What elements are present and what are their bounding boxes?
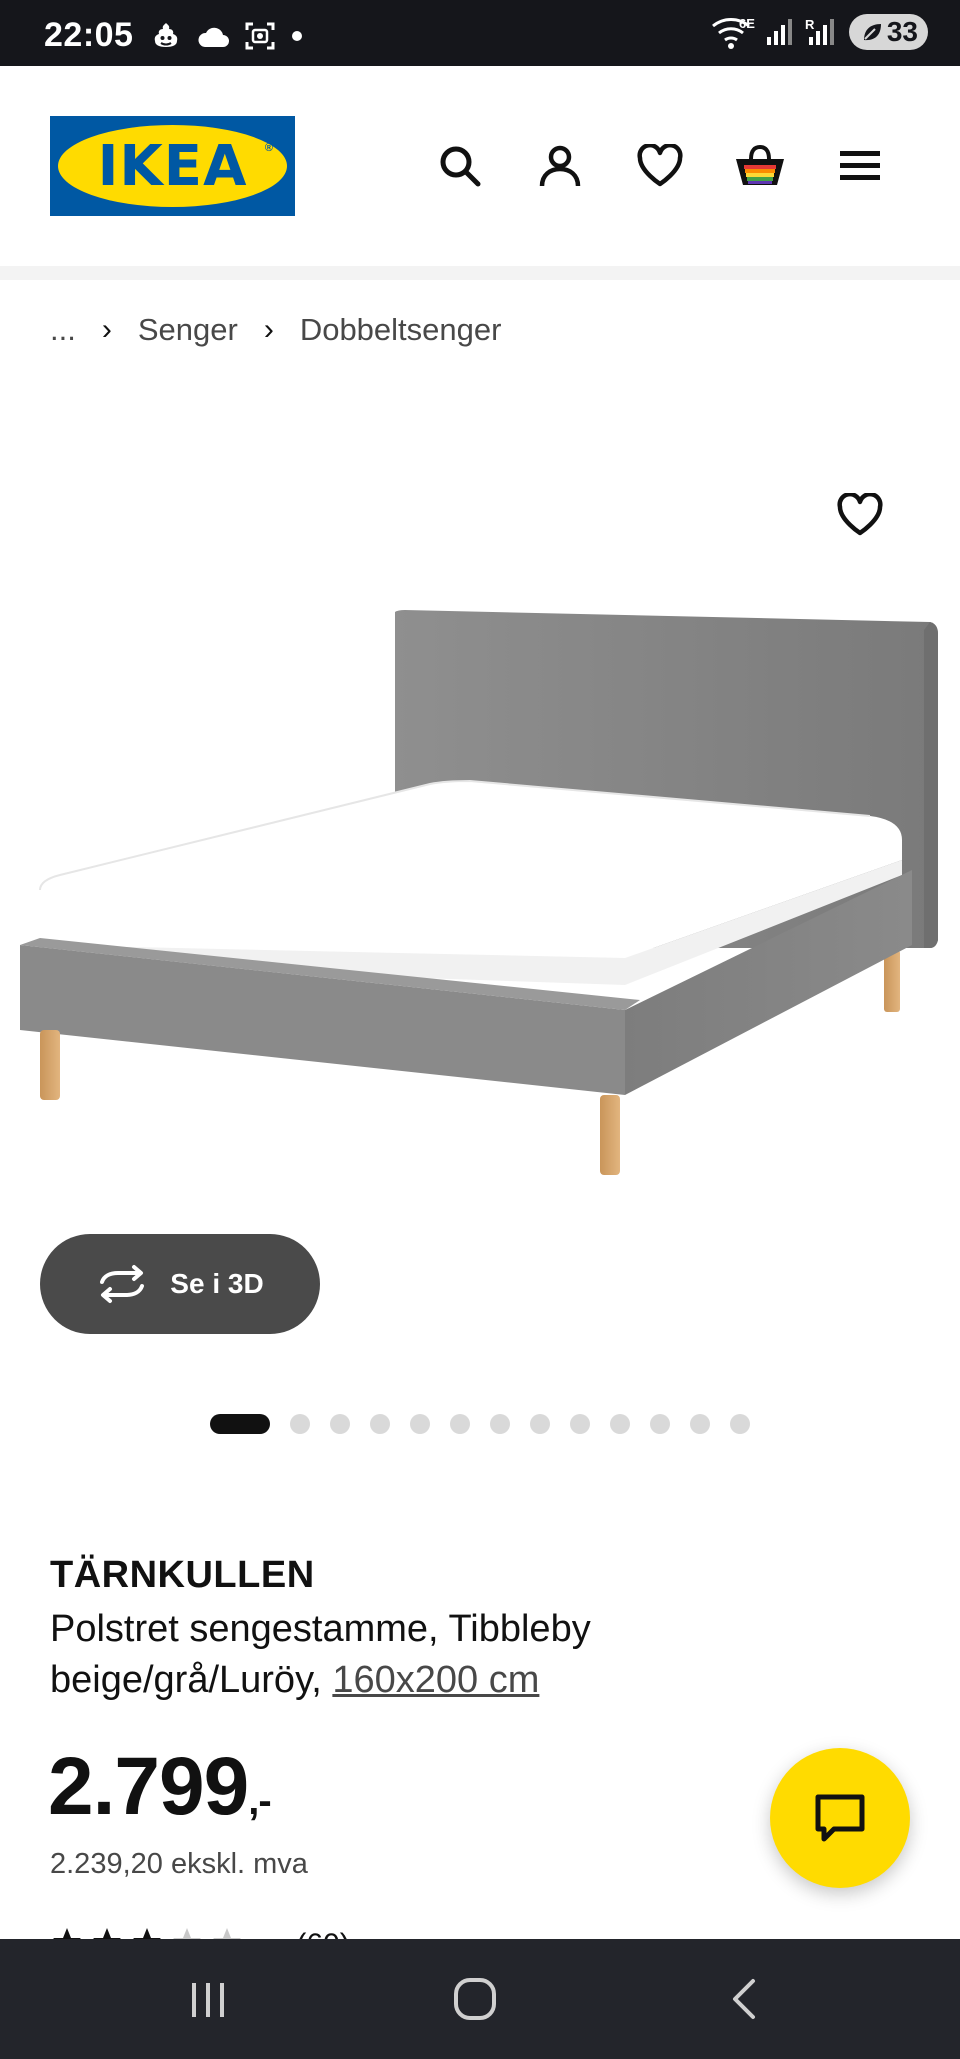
- battery-indicator: 33: [848, 14, 928, 50]
- screenshot-icon: [245, 22, 275, 50]
- dot-icon: [292, 31, 302, 41]
- breadcrumb: ... › Senger › Dobbeltsenger: [50, 312, 501, 348]
- cloud-icon: [198, 27, 229, 47]
- signal-icon: [766, 19, 792, 45]
- logo-text: IKEA: [97, 134, 248, 199]
- home-button[interactable]: [445, 1969, 505, 2029]
- gallery-dot[interactable]: [570, 1414, 590, 1434]
- back-button[interactable]: [714, 1969, 774, 2029]
- bed-leg: [600, 1095, 620, 1175]
- basket-button[interactable]: [730, 136, 790, 196]
- chat-icon: [815, 1794, 865, 1842]
- gallery-dot[interactable]: [290, 1414, 310, 1434]
- product-description: Polstret sengestamme, Tibbleby beige/grå…: [50, 1604, 730, 1706]
- signal-roaming-icon: R: [805, 17, 834, 45]
- battery-level: 33: [886, 16, 918, 47]
- rotate-3d-icon: [100, 1265, 145, 1303]
- gallery-dot[interactable]: [610, 1414, 630, 1434]
- gallery-dot[interactable]: [690, 1414, 710, 1434]
- breadcrumb-separator: ›: [101, 313, 112, 346]
- gallery-dot[interactable]: [490, 1414, 510, 1434]
- gallery-dot[interactable]: [730, 1414, 750, 1434]
- header-divider: [0, 266, 960, 280]
- bed-leg: [40, 1030, 60, 1100]
- breadcrumb-separator: ›: [263, 313, 274, 346]
- basket-icon: [736, 144, 784, 185]
- heart-icon: [637, 144, 683, 187]
- gallery-dot[interactable]: [450, 1414, 470, 1434]
- site-header: IKEA ®: [0, 66, 960, 266]
- search-icon: [440, 146, 481, 187]
- ikea-logo[interactable]: IKEA ®: [50, 116, 295, 216]
- product-image[interactable]: [0, 420, 960, 1220]
- chat-button[interactable]: [770, 1748, 910, 1888]
- breadcrumb-ellipsis[interactable]: ...: [50, 312, 76, 348]
- view-in-3d-button[interactable]: Se i 3D: [40, 1234, 320, 1334]
- home-icon: [454, 1978, 496, 2020]
- menu-button[interactable]: [830, 136, 890, 196]
- network-type-label: 6E: [739, 16, 755, 31]
- system-nav-bar: [0, 1939, 960, 2059]
- logo-registered-mark: ®: [264, 142, 273, 154]
- status-time: 22:05: [44, 16, 134, 54]
- add-to-favourites-button[interactable]: [830, 485, 890, 545]
- price-suffix: ,-: [248, 1779, 271, 1823]
- breadcrumb-item-dobbeltsenger[interactable]: Dobbeltsenger: [300, 312, 502, 348]
- leaf-icon: [863, 24, 881, 41]
- gallery-dot[interactable]: [530, 1414, 550, 1434]
- recent-apps-button[interactable]: [178, 1969, 238, 2029]
- gallery-pagination: [0, 1414, 960, 1434]
- gallery-dot[interactable]: [330, 1414, 350, 1434]
- status-right-icons: 6E R 33: [711, 14, 928, 50]
- product-size-link[interactable]: 160x200 cm: [332, 1659, 539, 1701]
- breadcrumb-item-senger[interactable]: Senger: [138, 312, 238, 348]
- heart-icon: [837, 493, 883, 536]
- headboard-edge: [924, 622, 938, 948]
- gallery-dot[interactable]: [370, 1414, 390, 1434]
- product-price: 2.799,-: [48, 1740, 272, 1834]
- gallery-dot[interactable]: [210, 1414, 270, 1434]
- view-in-3d-label: Se i 3D: [170, 1268, 264, 1299]
- menu-icon: [840, 151, 880, 180]
- favourites-button[interactable]: [630, 136, 690, 196]
- gallery-dot[interactable]: [410, 1414, 430, 1434]
- search-button[interactable]: [430, 136, 490, 196]
- product-name: TÄRNKULLEN: [50, 1554, 315, 1596]
- wifi-icon: 6E: [711, 16, 755, 49]
- poop-emoji-icon: [154, 23, 178, 47]
- status-bar: 22:05 6E R 33: [0, 0, 960, 66]
- back-icon: [733, 1979, 755, 2019]
- price-value: 2.799: [48, 1741, 249, 1832]
- status-left-icons: [150, 20, 304, 52]
- bed-leg: [884, 950, 900, 1012]
- account-icon: [539, 145, 581, 187]
- roaming-label: R: [805, 17, 815, 32]
- recent-apps-icon: [192, 1983, 224, 2017]
- price-excl-vat: 2.239,20 ekskl. mva: [50, 1848, 308, 1880]
- gallery-dot[interactable]: [650, 1414, 670, 1434]
- account-button[interactable]: [530, 136, 590, 196]
